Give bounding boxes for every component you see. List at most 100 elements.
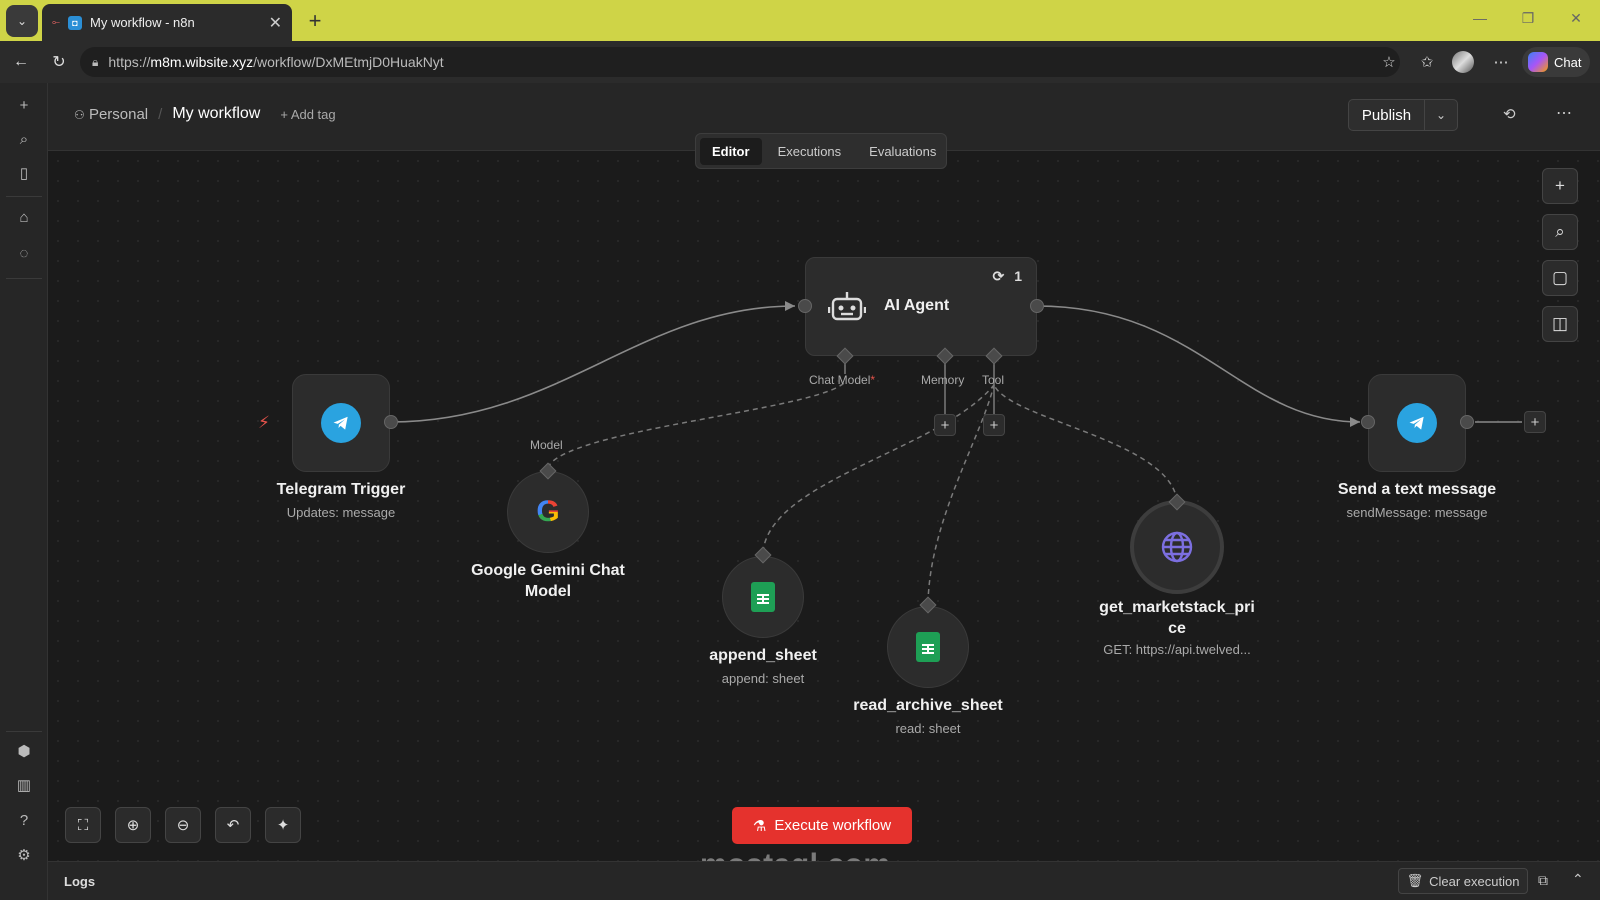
divider: [6, 278, 42, 279]
site-info-icon[interactable]: 🔒︎: [92, 55, 98, 70]
minimize-icon[interactable]: —: [1470, 10, 1490, 26]
node-subtitle: GET: https://api.twelved...: [1103, 642, 1251, 657]
close-window-icon[interactable]: ✕: [1566, 10, 1586, 27]
node-telegram-trigger[interactable]: [292, 374, 390, 472]
node-title: AI Agent: [884, 297, 950, 314]
plus-icon[interactable]: +: [14, 95, 34, 115]
copilot-chat-button[interactable]: Chat: [1522, 47, 1590, 77]
n8n-icon: ⟜: [52, 17, 60, 28]
input-port[interactable]: [798, 299, 812, 313]
output-port[interactable]: [384, 415, 398, 429]
address-bar[interactable]: 🔒︎ https://m8m.wibsite.xyz/workflow/DxME…: [80, 47, 1400, 77]
sticky-note-button[interactable]: ▢: [1542, 260, 1578, 296]
left-sidebar: + ⌕ ▯ ⌂ ◌ ⬢ ▥ ? ⚙: [0, 83, 48, 900]
tab-close-icon[interactable]: ✕: [269, 13, 282, 33]
node-read-archive-sheet[interactable]: [887, 606, 969, 688]
fit-view-button[interactable]: ⛶: [65, 807, 101, 843]
zoom-in-button[interactable]: ⊕: [115, 807, 151, 843]
clear-execution-button[interactable]: 🗑︎ Clear execution: [1398, 868, 1528, 894]
popout-icon[interactable]: ⧉: [1538, 872, 1548, 889]
new-tab-button[interactable]: +: [302, 8, 328, 34]
url-text: https://m8m.wibsite.xyz/workflow/DxMEtmj…: [108, 54, 444, 70]
add-node-button[interactable]: +: [1524, 411, 1546, 433]
node-subtitle: Updates: message: [286, 505, 396, 520]
search-icon[interactable]: ⌕: [14, 129, 34, 149]
telegram-icon: [321, 403, 361, 443]
node-title: Send a text message: [1337, 481, 1497, 498]
tab-editor[interactable]: Editor: [700, 137, 762, 165]
logs-label[interactable]: Logs: [64, 874, 95, 889]
copilot-icon: [1528, 52, 1548, 72]
node-title: append_sheet: [709, 647, 817, 664]
node-ai-agent[interactable]: AI Agent ⟳ 1: [805, 257, 1037, 356]
node-append-sheet[interactable]: [722, 556, 804, 638]
user-icon: ⚇: [74, 107, 85, 122]
browser-toolbar: ← ↻ 🔒︎ https://m8m.wibsite.xyz/workflow/…: [0, 41, 1600, 83]
tab-executions[interactable]: Executions: [766, 138, 854, 165]
undo-button[interactable]: ↶: [215, 807, 251, 843]
zoom-out-button[interactable]: ⊖: [165, 807, 201, 843]
port-label-tool: Tool: [982, 373, 1005, 387]
breadcrumb-separator: /: [158, 105, 163, 123]
tidy-up-button[interactable]: ✦: [265, 807, 301, 843]
restore-icon[interactable]: ❐: [1518, 10, 1538, 27]
insights-icon[interactable]: ▥: [14, 775, 34, 795]
favorites-icon[interactable]: ✩: [1416, 51, 1438, 73]
node-subtitle: sendMessage: message: [1346, 505, 1488, 520]
tab-list-button[interactable]: ⌄: [6, 5, 38, 37]
node-send-text-message[interactable]: [1368, 374, 1466, 472]
favicon-icon: ◘: [68, 15, 82, 30]
tab-title: My workflow - n8n: [90, 15, 195, 30]
google-g-icon: G: [536, 495, 560, 528]
home-icon[interactable]: ⌂: [14, 207, 34, 227]
refresh-icon: ⟳: [992, 268, 1005, 284]
output-port[interactable]: [1460, 415, 1474, 429]
search-nodes-button[interactable]: ⌕: [1542, 214, 1578, 250]
globe-icon: [1161, 531, 1193, 563]
google-sheets-icon: [916, 632, 940, 662]
telegram-icon: [1397, 403, 1437, 443]
execute-workflow-button[interactable]: ⚗ Execute workflow: [732, 807, 912, 844]
reload-icon[interactable]: ↻: [48, 51, 70, 73]
toggle-panel-button[interactable]: ◫: [1542, 306, 1578, 342]
node-subtitle: append: sheet: [721, 671, 805, 686]
sidebar-toggle-icon[interactable]: ▯: [14, 163, 34, 183]
chevron-down-icon: ⌄: [16, 14, 28, 28]
tab-evaluations[interactable]: Evaluations: [857, 138, 948, 165]
add-memory-button[interactable]: +: [934, 414, 956, 436]
run-indicator: ⟳ 1: [992, 268, 1022, 285]
chat-icon[interactable]: ◌: [14, 243, 34, 263]
copilot-label: Chat: [1554, 54, 1582, 70]
workflow-name[interactable]: My workflow: [172, 105, 260, 123]
input-port[interactable]: [1361, 415, 1375, 429]
node-subtitle: read: sheet: [895, 721, 961, 736]
back-arrow-icon[interactable]: ←: [10, 51, 32, 73]
more-dots-icon[interactable]: ⋯: [1556, 103, 1572, 123]
run-count: 1: [1014, 268, 1022, 284]
settings-gear-icon[interactable]: ⚙: [14, 845, 34, 865]
browser-tab-active[interactable]: ⟜ ◘ My workflow - n8n ✕: [42, 4, 292, 41]
add-tag-button[interactable]: + Add tag: [280, 107, 335, 122]
publish-button[interactable]: Publish: [1349, 100, 1425, 130]
trigger-bolt-icon: ⚡︎: [258, 413, 270, 432]
google-sheets-icon: [751, 582, 775, 612]
breadcrumb: ⚇ Personal / My workflow + Add tag: [74, 105, 336, 123]
more-dots-icon[interactable]: ⋯: [1490, 51, 1512, 73]
profile-avatar[interactable]: [1452, 51, 1474, 73]
output-port[interactable]: [1030, 299, 1044, 313]
port-label-chat-model: Chat Model*: [809, 373, 876, 387]
node-google-gemini[interactable]: G: [507, 471, 589, 553]
chevron-up-icon[interactable]: ⌃: [1572, 871, 1584, 888]
node-title: Telegram Trigger: [276, 481, 406, 498]
add-node-plus-button[interactable]: +: [1542, 168, 1578, 204]
help-icon[interactable]: ?: [14, 810, 34, 830]
view-tabs: Editor Executions Evaluations: [695, 133, 947, 169]
history-icon[interactable]: ⟲: [1503, 105, 1516, 123]
star-icon[interactable]: ☆: [1378, 51, 1400, 73]
flask-icon: ⚗: [752, 817, 767, 835]
chevron-down-icon[interactable]: ⌄: [1425, 100, 1457, 130]
add-tool-button[interactable]: +: [983, 414, 1005, 436]
node-get-marketstack-price[interactable]: [1130, 500, 1224, 594]
templates-icon[interactable]: ⬢: [14, 741, 34, 761]
breadcrumb-personal[interactable]: ⚇ Personal: [74, 106, 148, 123]
